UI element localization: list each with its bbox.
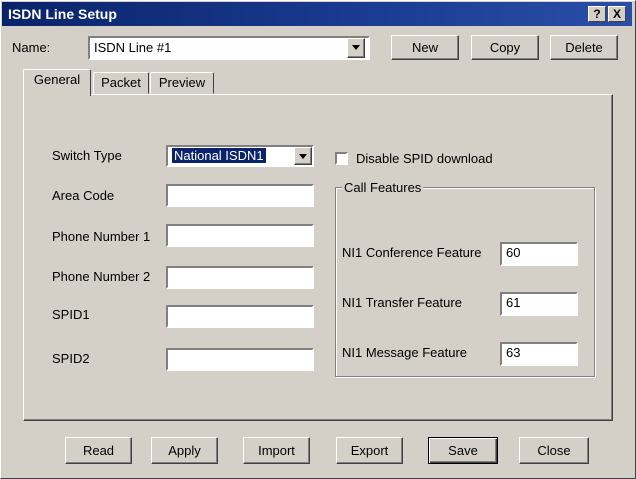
switch-type-value: National ISDN1: [172, 148, 266, 163]
conference-feature-label: NI1 Conference Feature: [342, 245, 482, 260]
phone-number-1-input[interactable]: [166, 224, 314, 247]
spid2-label: SPID2: [52, 351, 90, 366]
area-code-label: Area Code: [52, 188, 115, 203]
area-code-input[interactable]: [166, 184, 314, 207]
name-dropdown-arrow-icon[interactable]: [347, 38, 365, 58]
spid1-label: SPID1: [52, 307, 90, 322]
close-window-button[interactable]: X: [608, 6, 626, 22]
copy-button[interactable]: Copy: [471, 35, 539, 60]
disable-spid-label[interactable]: Disable SPID download: [356, 151, 493, 167]
message-feature-label: NI1 Message Feature: [342, 345, 468, 360]
disable-spid-checkbox[interactable]: [335, 152, 348, 165]
switch-type-label: Switch Type: [52, 148, 122, 163]
name-label: Name:: [12, 40, 51, 55]
name-combobox[interactable]: ISDN Line #1: [88, 36, 370, 60]
help-button[interactable]: ?: [588, 6, 606, 22]
call-features-title: Call Features: [342, 180, 424, 196]
switch-type-combobox[interactable]: National ISDN1: [166, 145, 314, 167]
import-button[interactable]: Import: [243, 437, 310, 464]
tab-packet[interactable]: Packet: [93, 72, 149, 94]
read-button[interactable]: Read: [65, 437, 132, 464]
name-value: ISDN Line #1: [94, 40, 172, 55]
transfer-feature-label: NI1 Transfer Feature: [342, 295, 462, 310]
isdn-line-setup-window: ISDN Line Setup ? X Name: ISDN Line #1 N…: [0, 0, 636, 479]
export-button[interactable]: Export: [336, 437, 403, 464]
apply-button[interactable]: Apply: [151, 437, 218, 464]
phone-number-1-label: Phone Number 1: [52, 229, 151, 244]
window-title: ISDN Line Setup: [8, 6, 117, 22]
phone-number-2-label: Phone Number 2: [52, 269, 151, 284]
tab-general[interactable]: General: [23, 69, 91, 96]
save-button[interactable]: Save: [428, 437, 498, 464]
delete-button[interactable]: Delete: [550, 35, 618, 60]
title-bar: ISDN Line Setup ? X: [2, 2, 632, 26]
close-button[interactable]: Close: [519, 437, 589, 464]
transfer-feature-input[interactable]: 61: [500, 292, 578, 316]
phone-number-2-input[interactable]: [166, 266, 314, 289]
conference-feature-input[interactable]: 60: [500, 242, 578, 266]
spid2-input[interactable]: [166, 348, 314, 371]
spid1-input[interactable]: [166, 305, 314, 328]
tab-preview[interactable]: Preview: [150, 72, 214, 94]
message-feature-input[interactable]: 63: [500, 342, 578, 366]
new-button[interactable]: New: [391, 35, 459, 60]
switch-type-dropdown-arrow-icon[interactable]: [294, 147, 312, 165]
